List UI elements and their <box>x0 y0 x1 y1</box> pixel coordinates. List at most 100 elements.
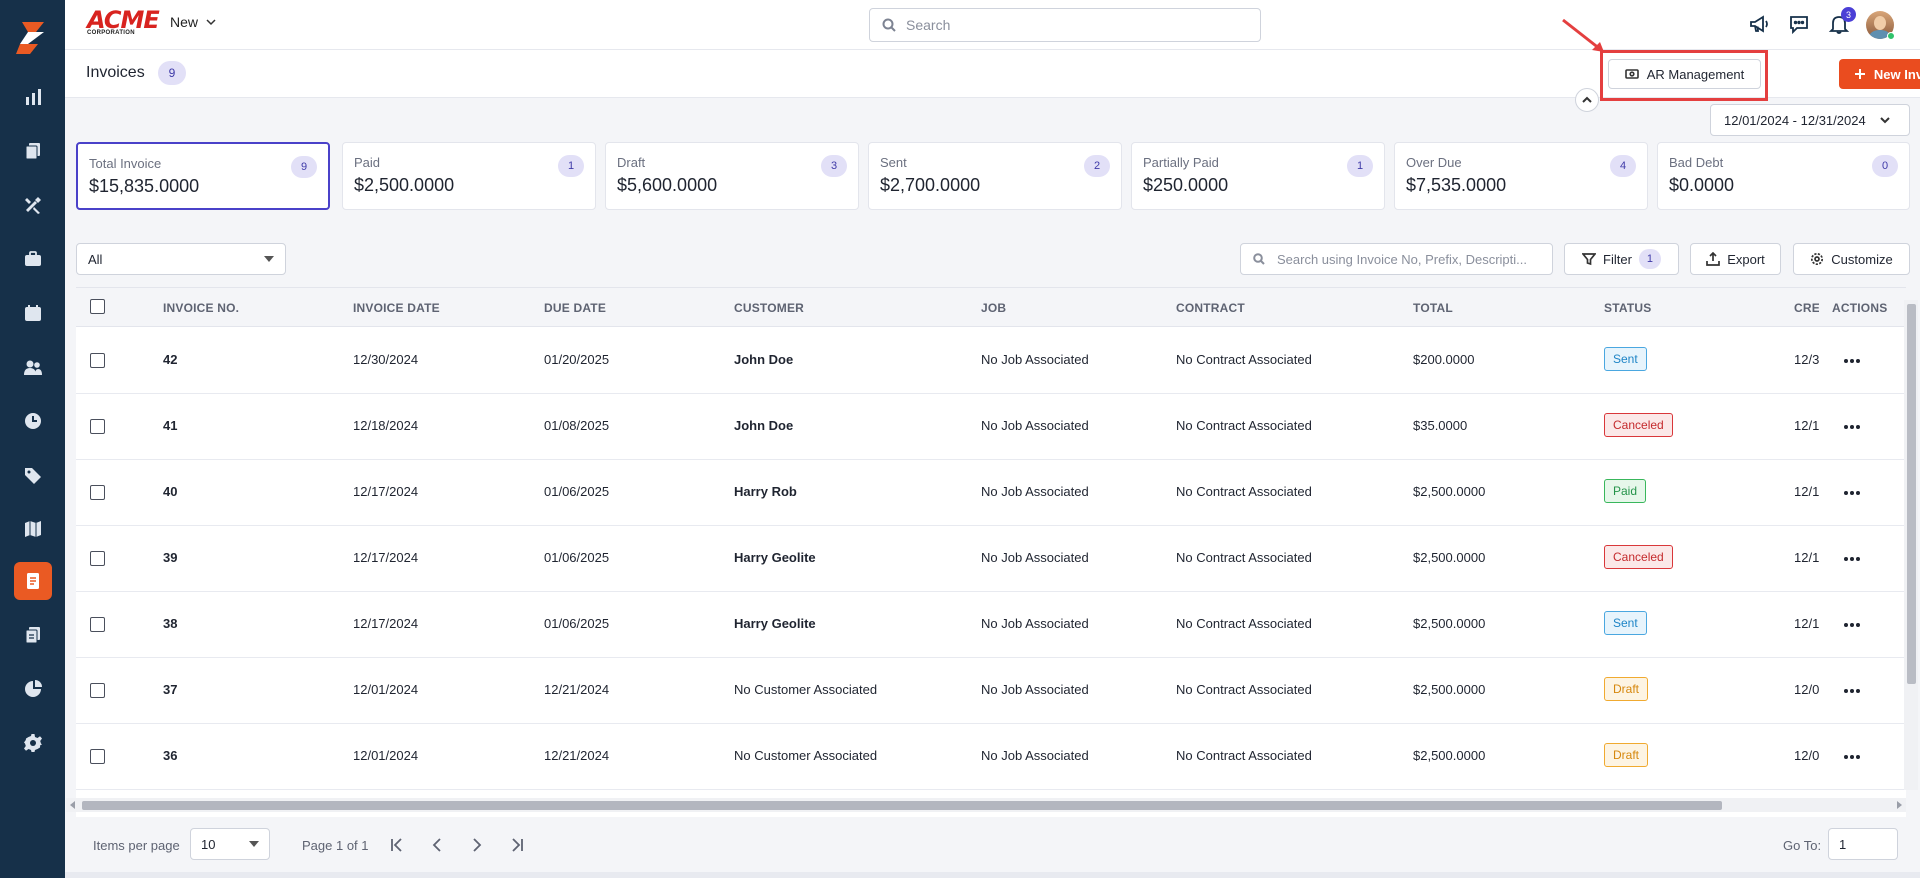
summary-card-sent[interactable]: Sent $2,700.0000 2 <box>868 142 1122 210</box>
invoice-search[interactable] <box>1240 243 1553 275</box>
column-header[interactable]: INVOICE NO. <box>163 301 239 315</box>
card-label: Paid <box>354 155 381 170</box>
cell-invoice-date: 12/17/2024 <box>353 484 419 499</box>
summary-card-draft[interactable]: Draft $5,600.0000 3 <box>605 142 859 210</box>
row-checkbox[interactable] <box>90 749 105 764</box>
column-header[interactable]: DUE DATE <box>544 301 606 315</box>
sidebar-item-timesheets[interactable] <box>14 402 52 440</box>
announcements-button[interactable] <box>1748 13 1772 37</box>
summary-card-paid[interactable]: Paid $2,500.0000 1 <box>342 142 596 210</box>
goto-label: Go To: <box>1783 838 1822 853</box>
row-checkbox[interactable] <box>90 551 105 566</box>
cell-invoice-no[interactable]: 41 <box>163 418 177 433</box>
column-header[interactable]: TOTAL <box>1413 301 1453 315</box>
cell-invoice-no[interactable]: 40 <box>163 484 177 499</box>
date-range-picker[interactable]: 12/01/2024 - 12/31/2024 <box>1710 104 1910 136</box>
table-row[interactable]: 36 12/01/2024 12/21/2024 No Customer Associ… <box>76 724 1906 790</box>
summary-card-over-due[interactable]: Over Due $7,535.0000 4 <box>1394 142 1648 210</box>
messages-button[interactable] <box>1788 13 1812 37</box>
collapse-toggle-button[interactable] <box>1575 88 1599 112</box>
column-header[interactable]: CONTRACT <box>1176 301 1245 315</box>
filter-button[interactable]: Filter 1 <box>1564 243 1679 275</box>
items-per-page-select[interactable]: 10 <box>190 828 270 860</box>
previous-page-button[interactable] <box>428 836 446 854</box>
row-actions-menu-icon[interactable] <box>1844 491 1860 495</box>
table-row[interactable]: 37 12/01/2024 12/21/2024 No Customer Associ… <box>76 658 1906 724</box>
invoice-search-input[interactable] <box>1277 251 1547 267</box>
summary-card-partially-paid[interactable]: Partially Paid $250.0000 1 <box>1131 142 1385 210</box>
table-row[interactable]: 39 12/17/2024 01/06/2025 Harry Geolite No Jo… <box>76 526 1906 592</box>
sidebar-item-map[interactable] <box>14 510 52 548</box>
sidebar-item-dashboard[interactable] <box>14 78 52 116</box>
summary-card-bad-debt[interactable]: Bad Debt $0.0000 0 <box>1657 142 1910 210</box>
global-search-input[interactable] <box>906 17 1246 33</box>
row-actions-menu-icon[interactable] <box>1844 425 1860 429</box>
sidebar-item-calendar[interactable] <box>14 294 52 332</box>
sidebar-item-jobs[interactable] <box>14 240 52 278</box>
customize-button[interactable]: Customize <box>1793 243 1910 275</box>
status-filter-select[interactable]: All <box>76 243 286 275</box>
table-row[interactable]: 38 12/17/2024 01/06/2025 Harry Geolite No Jo… <box>76 592 1906 658</box>
new-menu-button[interactable]: New <box>170 14 216 30</box>
sidebar-item-pricebook[interactable] <box>14 456 52 494</box>
sidebar-item-tools[interactable] <box>14 186 52 224</box>
sidebar-item-estimates[interactable] <box>14 616 52 654</box>
export-button[interactable]: Export <box>1690 243 1781 275</box>
sidebar-item-documents[interactable] <box>14 132 52 170</box>
cell-job: No Job Associated <box>981 418 1089 433</box>
map-icon <box>25 521 41 537</box>
first-page-button[interactable] <box>388 836 406 854</box>
filter-label: Filter <box>1603 251 1632 267</box>
cell-invoice-date: 12/18/2024 <box>353 418 419 433</box>
row-checkbox[interactable] <box>90 683 105 698</box>
cell-total: $2,500.0000 <box>1413 748 1486 763</box>
cell-job: No Job Associated <box>981 616 1089 631</box>
cell-invoice-no[interactable]: 38 <box>163 616 177 631</box>
gear-icon <box>1811 252 1824 266</box>
row-checkbox[interactable] <box>90 419 105 434</box>
row-actions-menu-icon[interactable] <box>1844 755 1860 759</box>
select-all-checkbox[interactable] <box>90 299 105 314</box>
row-checkbox[interactable] <box>90 485 105 500</box>
sidebar-item-customers[interactable] <box>14 348 52 386</box>
column-header[interactable]: INVOICE DATE <box>353 301 440 315</box>
brand-logo[interactable]: ACME CORPORATION <box>87 8 160 38</box>
column-header[interactable]: STATUS <box>1604 301 1651 315</box>
row-checkbox[interactable] <box>90 353 105 368</box>
row-actions-menu-icon[interactable] <box>1844 359 1860 363</box>
notification-count-badge: 3 <box>1841 7 1856 22</box>
row-actions-menu-icon[interactable] <box>1844 557 1860 561</box>
next-page-button[interactable] <box>468 836 486 854</box>
status-badge: Draft <box>1604 677 1649 701</box>
table-row[interactable]: 42 12/30/2024 01/20/2025 John Doe No Job Ass… <box>76 328 1906 394</box>
row-actions-menu-icon[interactable] <box>1844 689 1860 693</box>
global-search[interactable] <box>869 8 1261 42</box>
table-row[interactable]: 41 12/18/2024 01/08/2025 John Doe No Job Ass… <box>76 394 1906 460</box>
cell-invoice-no[interactable]: 39 <box>163 550 177 565</box>
notifications-button[interactable]: 3 <box>1828 7 1856 37</box>
cell-contract: No Contract Associated <box>1176 550 1312 565</box>
cell-job: No Job Associated <box>981 550 1089 565</box>
column-header[interactable]: CUSTOMER <box>734 301 804 315</box>
app-logo-icon[interactable] <box>14 18 52 56</box>
cell-created: 12/3 <box>1794 352 1819 367</box>
column-header[interactable]: CRE <box>1794 301 1819 315</box>
column-header[interactable]: JOB <box>981 301 1006 315</box>
summary-card-total-invoice[interactable]: Total Invoice $15,835.0000 9 <box>76 142 330 210</box>
vertical-scrollbar[interactable] <box>1904 300 1918 790</box>
cell-invoice-no[interactable]: 36 <box>163 748 177 763</box>
cell-total: $2,500.0000 <box>1413 616 1486 631</box>
sidebar-item-settings[interactable] <box>14 724 52 762</box>
row-checkbox[interactable] <box>90 617 105 632</box>
cell-invoice-no[interactable]: 37 <box>163 682 177 697</box>
new-invoice-button[interactable]: New Invoice <box>1839 59 1920 89</box>
sidebar-item-reports[interactable] <box>14 670 52 708</box>
last-page-button[interactable] <box>508 836 526 854</box>
horizontal-scrollbar[interactable] <box>66 798 1906 812</box>
sidebar-item-invoices[interactable] <box>14 562 52 600</box>
goto-page-input[interactable] <box>1828 828 1898 860</box>
card-value: $15,835.0000 <box>89 176 200 196</box>
cell-invoice-no[interactable]: 42 <box>163 352 177 367</box>
table-row[interactable]: 40 12/17/2024 01/06/2025 Harry Rob No Job As… <box>76 460 1906 526</box>
row-actions-menu-icon[interactable] <box>1844 623 1860 627</box>
